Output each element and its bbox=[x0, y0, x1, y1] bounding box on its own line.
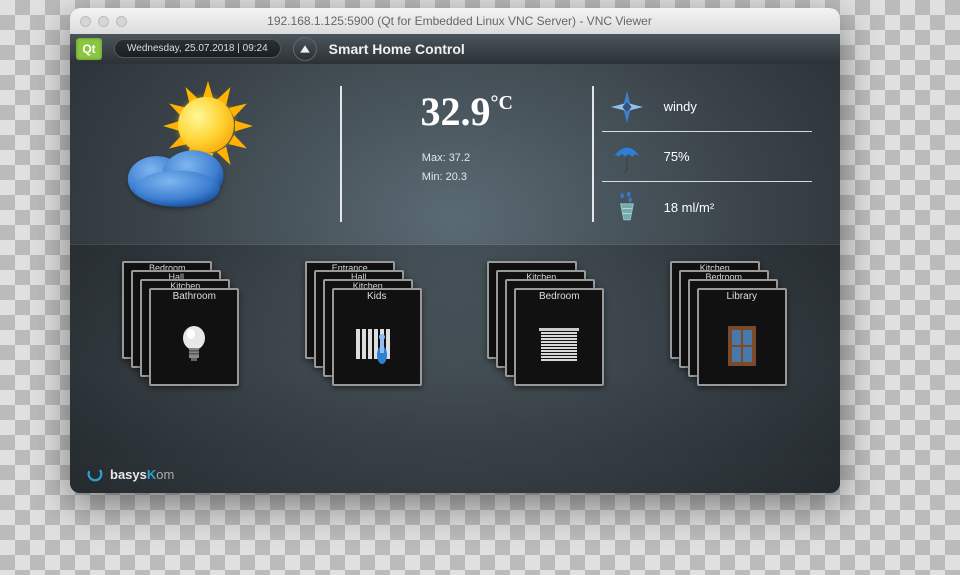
temperature-range: Max: 37.2 Min: 20.3 bbox=[350, 149, 584, 186]
radiator-icon bbox=[334, 316, 420, 376]
sun-cloud-icon bbox=[108, 87, 258, 217]
rain-gauge-icon bbox=[608, 188, 646, 226]
condition-precip: 18 ml/m² bbox=[602, 182, 812, 232]
smart-home-app: Qt Wednesday, 25.07.2018 | 09:24 Smart H… bbox=[70, 34, 840, 493]
card-label bbox=[489, 262, 575, 263]
card-stack-0[interactable]: BedroomHallKitchenBathroom bbox=[122, 261, 240, 391]
datetime-pill: Wednesday, 25.07.2018 | 09:24 bbox=[114, 39, 281, 58]
condition-wind: windy bbox=[602, 82, 812, 132]
temperature-value: 32.9°C bbox=[350, 88, 584, 135]
footer: basysKom bbox=[70, 455, 840, 493]
window-icon bbox=[699, 316, 785, 376]
blinds-icon bbox=[516, 316, 602, 376]
minimize-icon[interactable] bbox=[98, 16, 109, 27]
brand-text-2: K bbox=[147, 467, 156, 482]
divider bbox=[340, 86, 342, 222]
weather-icon-col bbox=[98, 82, 332, 232]
room-cards-row: BedroomHallKitchenBathroom EntranceHallKi… bbox=[70, 244, 840, 455]
brand-text-3: om bbox=[156, 467, 174, 482]
weather-panel: 32.9°C Max: 37.2 Min: 20.3 bbox=[70, 64, 840, 244]
temp-max: Max: 37.2 bbox=[422, 149, 584, 168]
macos-titlebar: 192.168.1.125:5900 (Qt for Embedded Linu… bbox=[70, 8, 840, 34]
window-controls bbox=[80, 16, 127, 27]
card-front[interactable]: Kids bbox=[332, 288, 422, 386]
precip-label: 18 ml/m² bbox=[664, 200, 715, 215]
umbrella-icon bbox=[608, 138, 646, 176]
page-title: Smart Home Control bbox=[329, 41, 465, 57]
card-stack-1[interactable]: EntranceHallKitchenKids bbox=[305, 261, 423, 391]
card-front[interactable]: Bedroom bbox=[514, 288, 604, 386]
window-title: 192.168.1.125:5900 (Qt for Embedded Linu… bbox=[139, 14, 780, 28]
humidity-label: 75% bbox=[664, 149, 690, 164]
vnc-window: 192.168.1.125:5900 (Qt for Embedded Linu… bbox=[70, 8, 840, 493]
condition-humidity: 75% bbox=[602, 132, 812, 182]
app-topbar: Qt Wednesday, 25.07.2018 | 09:24 Smart H… bbox=[70, 34, 840, 64]
temp-min: Min: 20.3 bbox=[422, 168, 584, 187]
card-front[interactable]: Bathroom bbox=[149, 288, 239, 386]
card-label bbox=[690, 280, 776, 281]
temp-number: 32.9 bbox=[420, 89, 490, 134]
card-label bbox=[507, 280, 593, 281]
divider bbox=[592, 86, 594, 222]
zoom-icon[interactable] bbox=[116, 16, 127, 27]
temperature-col: 32.9°C Max: 37.2 Min: 20.3 bbox=[350, 82, 584, 232]
qt-logo-icon[interactable]: Qt bbox=[76, 38, 102, 60]
brand-ring-icon bbox=[86, 465, 104, 483]
card-stack-3[interactable]: KitchenBedroomLibrary bbox=[670, 261, 788, 391]
compass-icon bbox=[608, 88, 646, 126]
brand-text-1: basys bbox=[110, 467, 147, 482]
chevron-up-icon bbox=[299, 43, 311, 55]
wind-label: windy bbox=[664, 99, 697, 114]
card-stack-2[interactable]: KitchenBedroom bbox=[487, 261, 605, 391]
expand-up-button[interactable] bbox=[293, 37, 317, 61]
conditions-col: windy 75% bbox=[602, 82, 812, 232]
bulb-icon bbox=[151, 316, 237, 376]
card-front[interactable]: Library bbox=[697, 288, 787, 386]
card-label: Library bbox=[699, 289, 785, 302]
card-label: Bedroom bbox=[516, 289, 602, 302]
card-label: Kids bbox=[334, 289, 420, 302]
close-icon[interactable] bbox=[80, 16, 91, 27]
brand-logo: basysKom bbox=[86, 465, 174, 483]
card-label: Bathroom bbox=[151, 289, 237, 302]
temp-unit: °C bbox=[490, 92, 512, 114]
